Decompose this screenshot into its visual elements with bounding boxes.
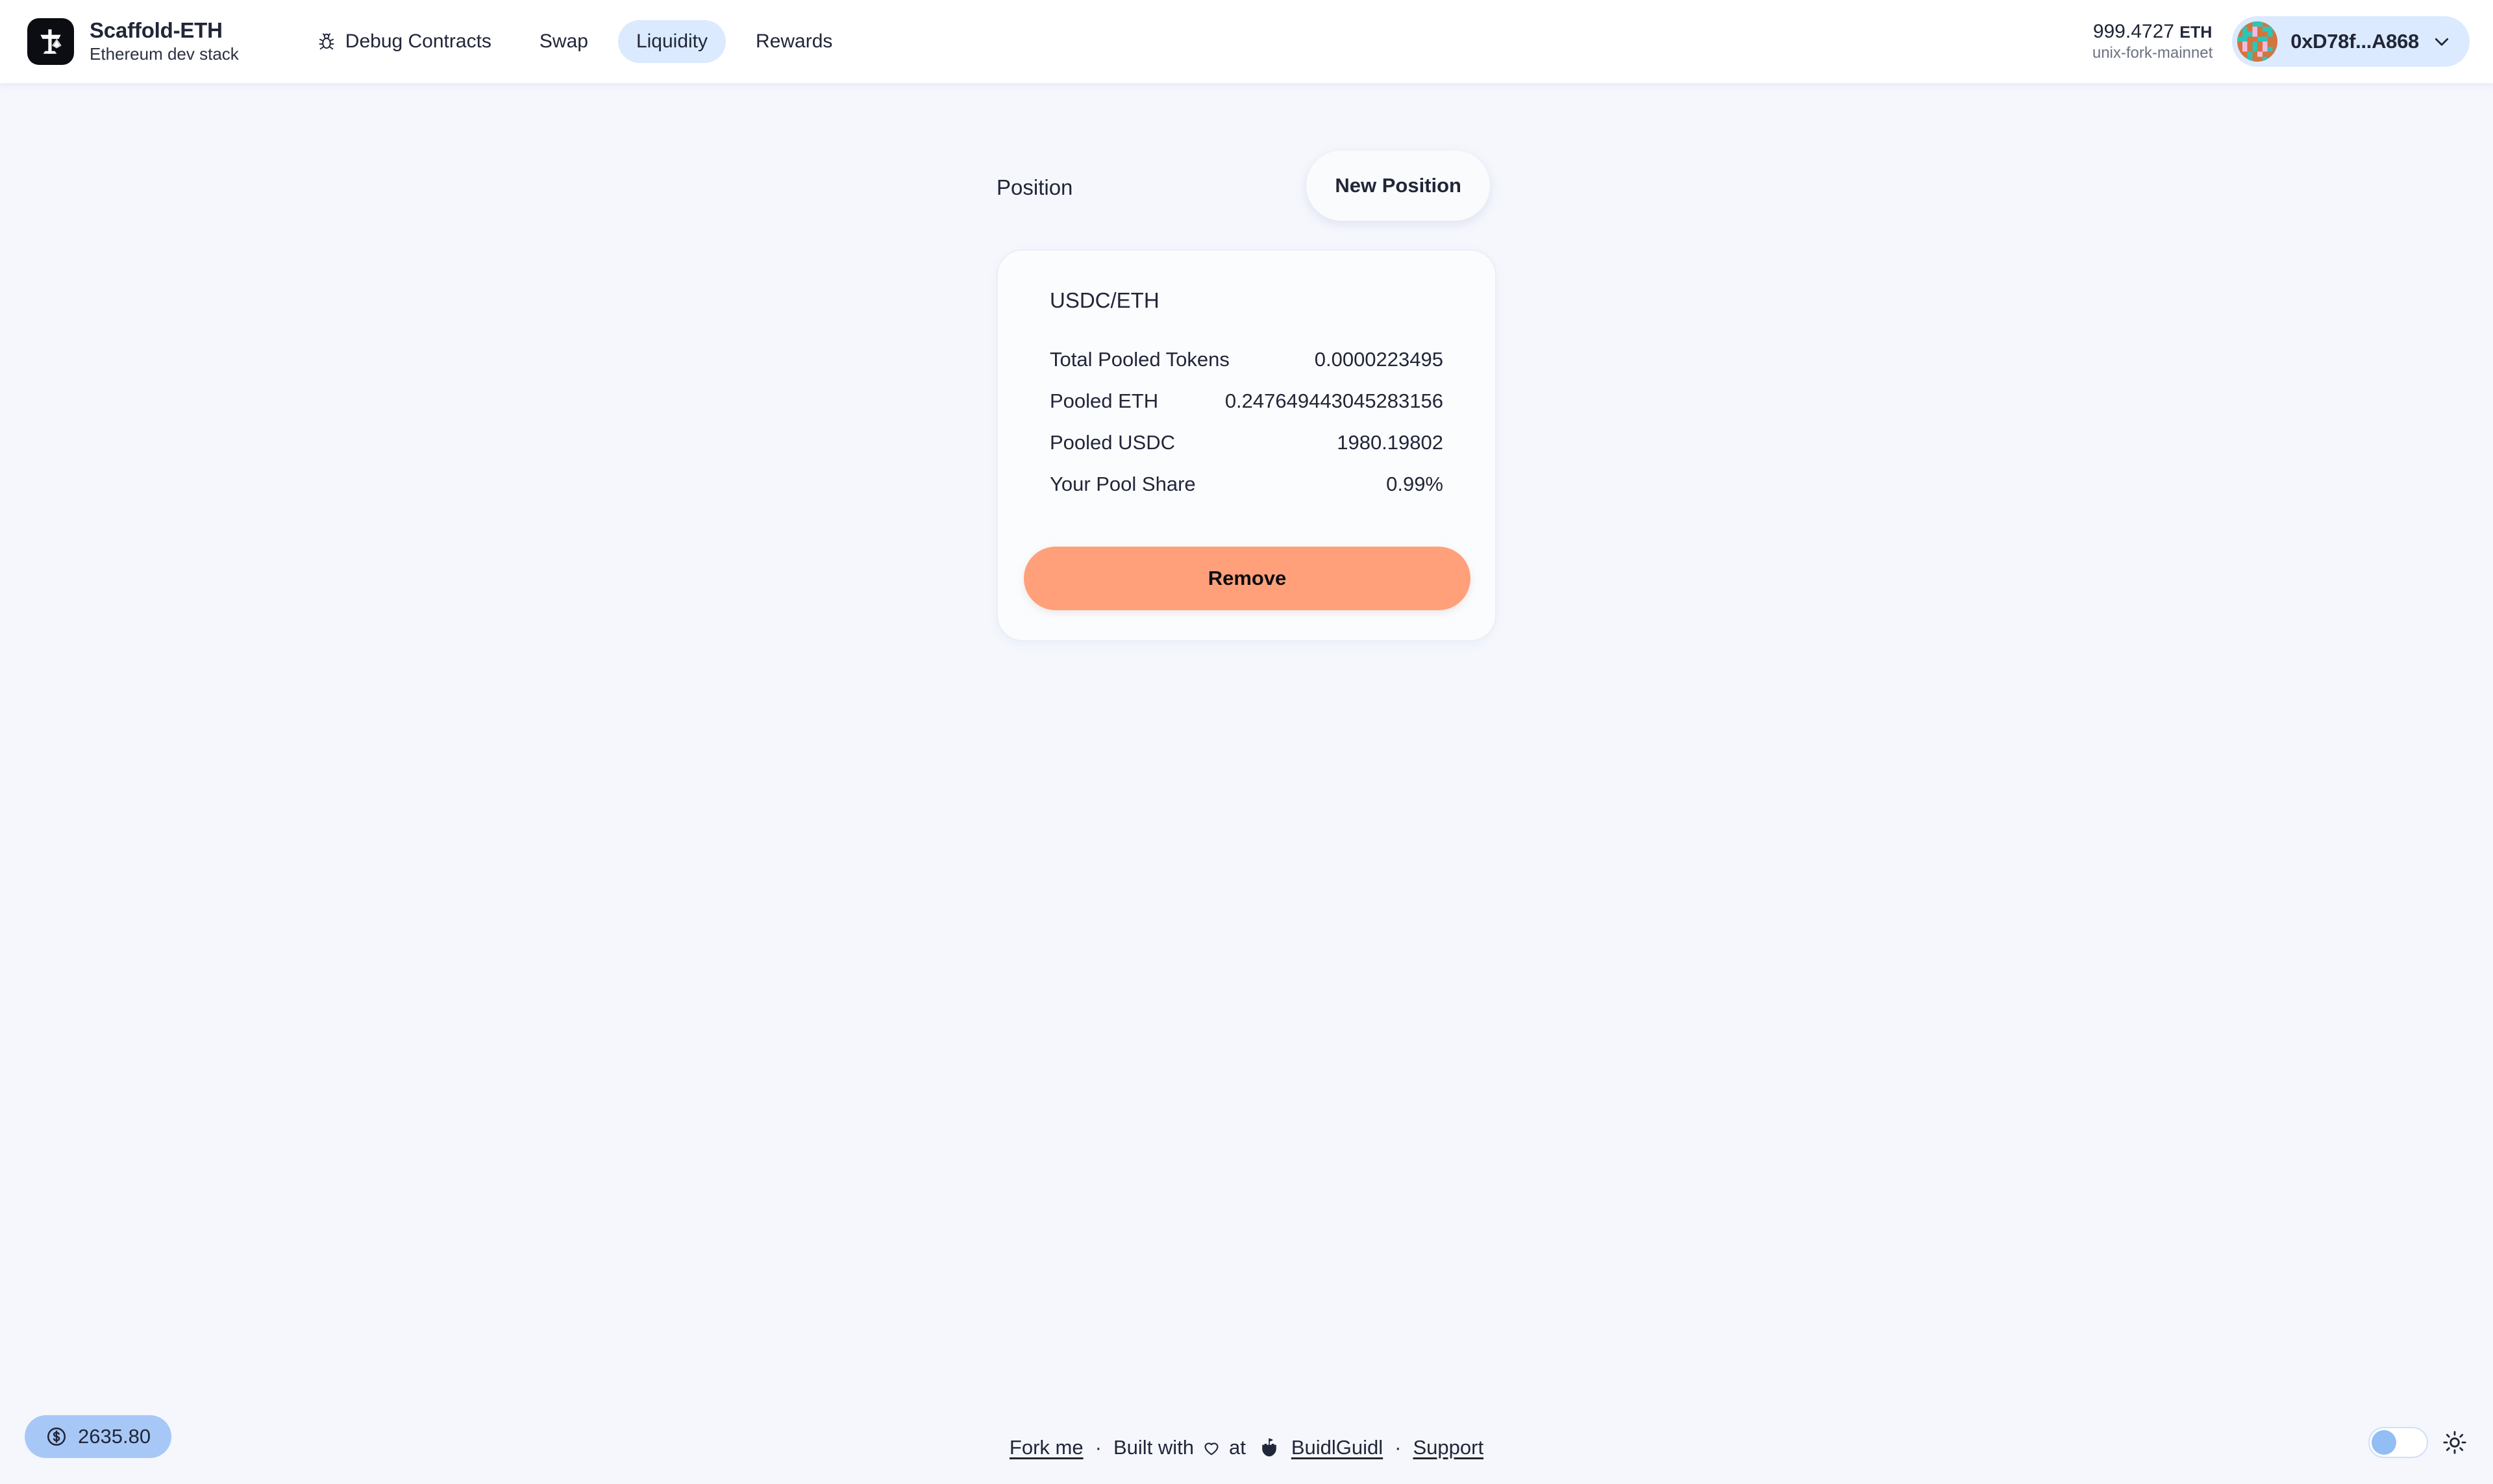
nav-label-rewards: Rewards [756,31,833,52]
at-label: at [1228,1436,1246,1459]
stat-label: Total Pooled Tokens [1050,348,1230,371]
main-content: Position New Position USDC/ETH Total Poo… [0,83,2493,1401]
liquidity-panel: Position New Position USDC/ETH Total Poo… [997,151,1496,641]
support-link[interactable]: Support [1413,1436,1483,1459]
position-stats-list: Total Pooled Tokens 0.0000223495 Pooled … [1050,348,1443,514]
bug-icon [317,32,336,51]
stat-row-pooled-eth: Pooled ETH 0.247649443045283156 [1050,390,1443,431]
brand-name: Scaffold-ETH [90,18,223,43]
wallet-balance[interactable]: 999.4727 ETH unix-fork-mainnet [2092,21,2213,62]
stat-value: 0.247649443045283156 [1224,390,1443,412]
main-nav: Debug Contracts Swap Liquidity Rewards [299,20,851,63]
theme-toggle-knob [2372,1430,2396,1455]
stat-row-pooled-usdc: Pooled USDC 1980.19802 [1050,431,1443,473]
remove-liquidity-button[interactable]: Remove [1024,547,1470,610]
page-title: Position [997,175,1073,199]
stat-row-total-pooled-tokens: Total Pooled Tokens 0.0000223495 [1050,348,1443,390]
new-position-button[interactable]: New Position [1306,151,1490,221]
footer-separator-1: · [1095,1436,1102,1459]
stat-value: 1980.19802 [1337,431,1443,454]
pool-pair-name: USDC/ETH [1050,288,1160,312]
brand-logo-link[interactable]: Scaffold-ETH Ethereum dev stack [27,18,239,65]
network-name: unix-fork-mainnet [2092,44,2213,62]
balance-amount: 999.4727 ETH [2092,20,2213,42]
stat-value: 0.99% [1386,473,1443,495]
stat-label: Pooled USDC [1050,431,1175,454]
theme-switcher [2368,1427,2467,1458]
nav-label-swap: Swap [539,31,588,52]
nav-item-liquidity[interactable]: Liquidity [617,20,726,63]
buidlguidl-link[interactable]: BuidlGuidl [1291,1436,1383,1459]
footer-separator-2: · [1395,1436,1402,1459]
panel-header: Position New Position [997,151,1496,223]
stat-value: 0.0000223495 [1314,348,1443,371]
nav-item-debug-contracts[interactable]: Debug Contracts [299,20,510,63]
nav-label-liquidity: Liquidity [636,31,708,52]
footer-links: Fork me · Built with at BuidlGuidl · Sup… [0,1436,2493,1459]
header-right-cluster: 999.4727 ETH unix-fork-mainnet 0xD78f...… [2092,16,2470,67]
app-footer: 2635.80 Fork me · Built with at BuidlGui… [0,1401,2493,1484]
stat-row-your-pool-share: Your Pool Share 0.99% [1050,473,1443,514]
scaffold-eth-logo-icon [27,18,74,65]
theme-toggle[interactable] [2368,1427,2428,1458]
wallet-connect-button[interactable]: 0xD78f...A868 [2232,16,2470,67]
app-header: Scaffold-ETH Ethereum dev stack Debug Co… [0,0,2493,83]
wallet-address: 0xD78f...A868 [2290,30,2419,53]
heart-icon [1202,1438,1221,1457]
position-card: USDC/ETH Total Pooled Tokens 0.000022349… [997,249,1496,641]
brand-subtitle: Ethereum dev stack [90,44,239,64]
nav-label-debug-contracts: Debug Contracts [345,31,491,52]
blockie-avatar [2237,21,2278,62]
nav-item-swap[interactable]: Swap [521,20,606,63]
stat-label: Your Pool Share [1050,473,1196,495]
fork-me-link[interactable]: Fork me [1010,1436,1084,1459]
sun-icon[interactable] [2442,1430,2467,1455]
buidlguidl-castle-icon [1259,1437,1280,1458]
nav-item-rewards[interactable]: Rewards [738,20,850,63]
built-with-text: Built with at [1113,1436,1280,1459]
stat-label: Pooled ETH [1050,390,1159,412]
chevron-down-icon [2432,32,2451,51]
built-with-label: Built with [1113,1436,1194,1459]
